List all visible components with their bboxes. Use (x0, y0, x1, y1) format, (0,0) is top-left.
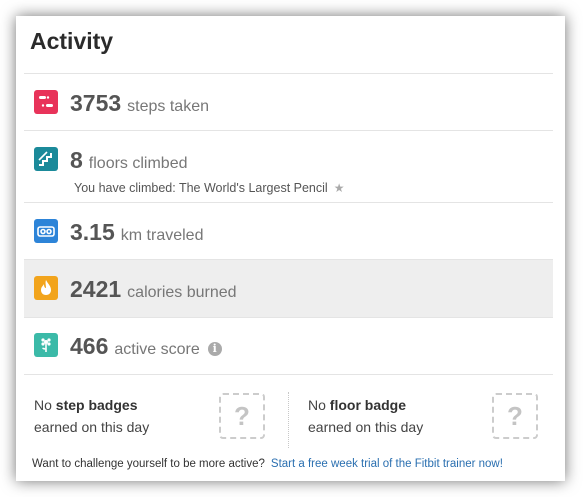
badge-divider (288, 392, 289, 448)
floors-metric: 8 floors climbed (70, 147, 188, 174)
footer-text: Want to challenge yourself to be more ac… (32, 458, 265, 470)
star-icon[interactable]: ★ (334, 181, 345, 195)
step-badge-prefix: No (34, 397, 56, 413)
steps-metric: 3753 steps taken (70, 90, 209, 117)
floor-badge-line2: earned on this day (308, 419, 424, 435)
distance-row: 3.15 km traveled (24, 203, 553, 259)
floors-row: 8 floors climbed You have climbed: The Wo… (24, 131, 553, 201)
calories-row[interactable]: 2421 calories burned (24, 260, 553, 317)
distance-icon (34, 219, 58, 243)
floors-achievement: You have climbed: The World's Largest Pe… (74, 181, 344, 195)
divider (24, 374, 553, 375)
distance-label: km traveled (120, 227, 204, 244)
active-score-row: 466 active score i (24, 318, 553, 374)
card-title: Activity (30, 28, 114, 54)
floor-badge-text: No floor badge earned on this day (308, 394, 423, 438)
flame-icon (34, 276, 58, 300)
step-badge-placeholder: ? (219, 393, 265, 439)
footsteps-icon (34, 90, 58, 114)
steps-label: steps taken (127, 98, 209, 115)
steps-value: 3753 (70, 90, 122, 116)
step-badge-line2: earned on this day (34, 419, 150, 435)
stairs-icon (34, 147, 58, 171)
calories-metric: 2421 calories burned (70, 276, 237, 303)
distance-value: 3.15 (70, 219, 115, 245)
active-score-value: 466 (70, 333, 109, 359)
calories-value: 2421 (70, 276, 122, 302)
floors-value: 8 (70, 147, 83, 173)
floors-label: floors climbed (88, 155, 188, 172)
floor-badge-placeholder: ? (492, 393, 538, 439)
distance-metric: 3.15 km traveled (70, 219, 203, 246)
steps-row: 3753 steps taken (24, 74, 553, 130)
floors-achievement-text: You have climbed: The World's Largest Pe… (74, 181, 328, 195)
step-badge-bold: step badges (55, 397, 138, 413)
info-icon[interactable]: i (207, 342, 222, 356)
footer: Want to challenge yourself to be more ac… (32, 458, 503, 470)
active-score-metric: 466 active score i (70, 333, 222, 360)
active-score-label: active score (114, 341, 200, 358)
floor-badge-prefix: No (308, 397, 330, 413)
trainer-trial-link[interactable]: Start a free week trial of the Fitbit tr… (271, 458, 503, 470)
flower-icon (34, 333, 58, 357)
floor-badge-bold: floor badge (329, 397, 407, 413)
step-badge-text: No step badges earned on this day (34, 394, 149, 438)
calories-label: calories burned (127, 284, 237, 301)
activity-card: Activity 3753 steps taken 8 floors climbed (16, 16, 565, 481)
